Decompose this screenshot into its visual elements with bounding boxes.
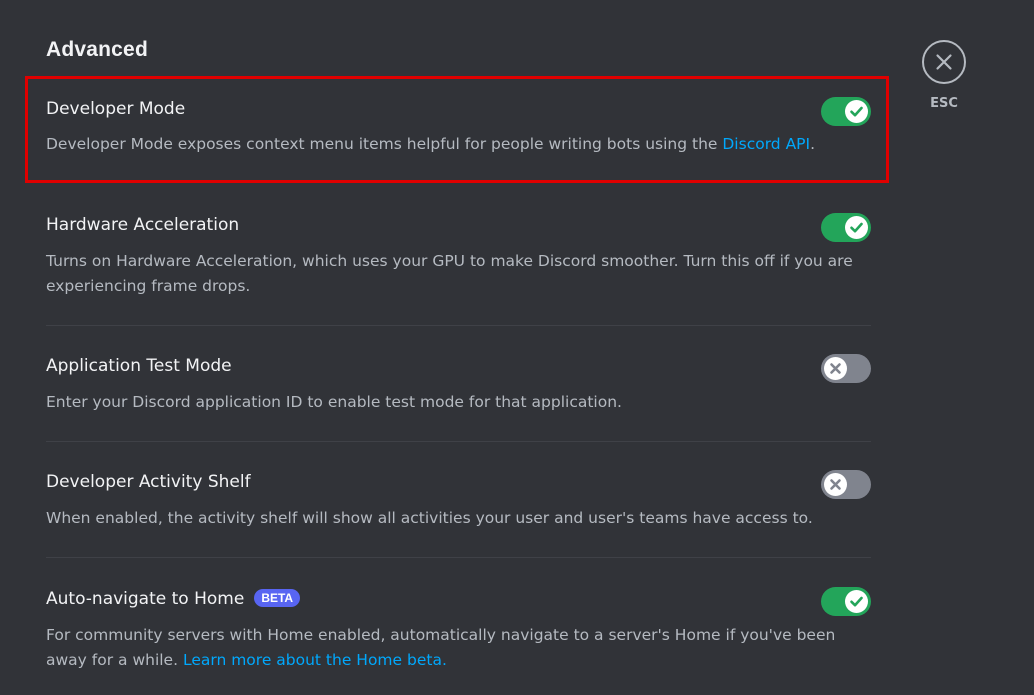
developer-activity-shelf-toggle[interactable] [821,470,871,499]
advanced-settings-page: Advanced Developer Mode Developer Mode e… [0,0,1034,695]
x-icon [830,363,841,374]
setting-title-developer-activity-shelf: Developer Activity Shelf [46,472,251,492]
setting-desc-developer-activity-shelf: When enabled, the activity shelf will sh… [46,509,813,527]
auto-navigate-home-toggle[interactable] [821,587,871,616]
home-beta-link[interactable]: Learn more about the Home beta. [183,651,447,669]
divider [46,557,871,558]
hardware-acceleration-toggle[interactable] [821,213,871,242]
setting-developer-activity-shelf: Developer Activity Shelf When enabled, t… [46,470,871,531]
close-button[interactable] [922,40,966,84]
toggle-knob [824,473,847,496]
setting-auto-navigate-home: Auto-navigate to Home BETA For community … [46,587,871,678]
setting-desc-auto-navigate-home: For community servers with Home enabled,… [46,623,871,673]
x-icon [830,479,841,490]
setting-title-application-test-mode: Application Test Mode [46,356,232,376]
setting-desc-hardware-acceleration: Turns on Hardware Acceleration, which us… [46,252,853,295]
toggle-knob [824,357,847,380]
setting-title-text: Auto-navigate to Home [46,589,245,609]
setting-desc-application-test-mode: Enter your Discord application ID to ena… [46,393,622,411]
divider [46,325,871,326]
setting-hardware-acceleration: Hardware Acceleration Turns on Hardware … [46,213,871,304]
esc-label: ESC [930,96,958,111]
check-icon [850,596,863,607]
check-icon [850,222,863,233]
section-title: Advanced [46,38,148,61]
toggle-knob [845,590,868,613]
close-area: ESC [922,40,966,111]
setting-application-test-mode: Application Test Mode Enter your Discord… [46,354,871,415]
setting-title-auto-navigate-home: Auto-navigate to Home BETA [46,588,301,610]
beta-badge: BETA [254,589,301,607]
toggle-knob [845,216,868,239]
close-icon [936,54,952,70]
highlight-box [25,76,889,183]
setting-title-hardware-acceleration: Hardware Acceleration [46,215,240,235]
divider [46,441,871,442]
application-test-mode-toggle[interactable] [821,354,871,383]
